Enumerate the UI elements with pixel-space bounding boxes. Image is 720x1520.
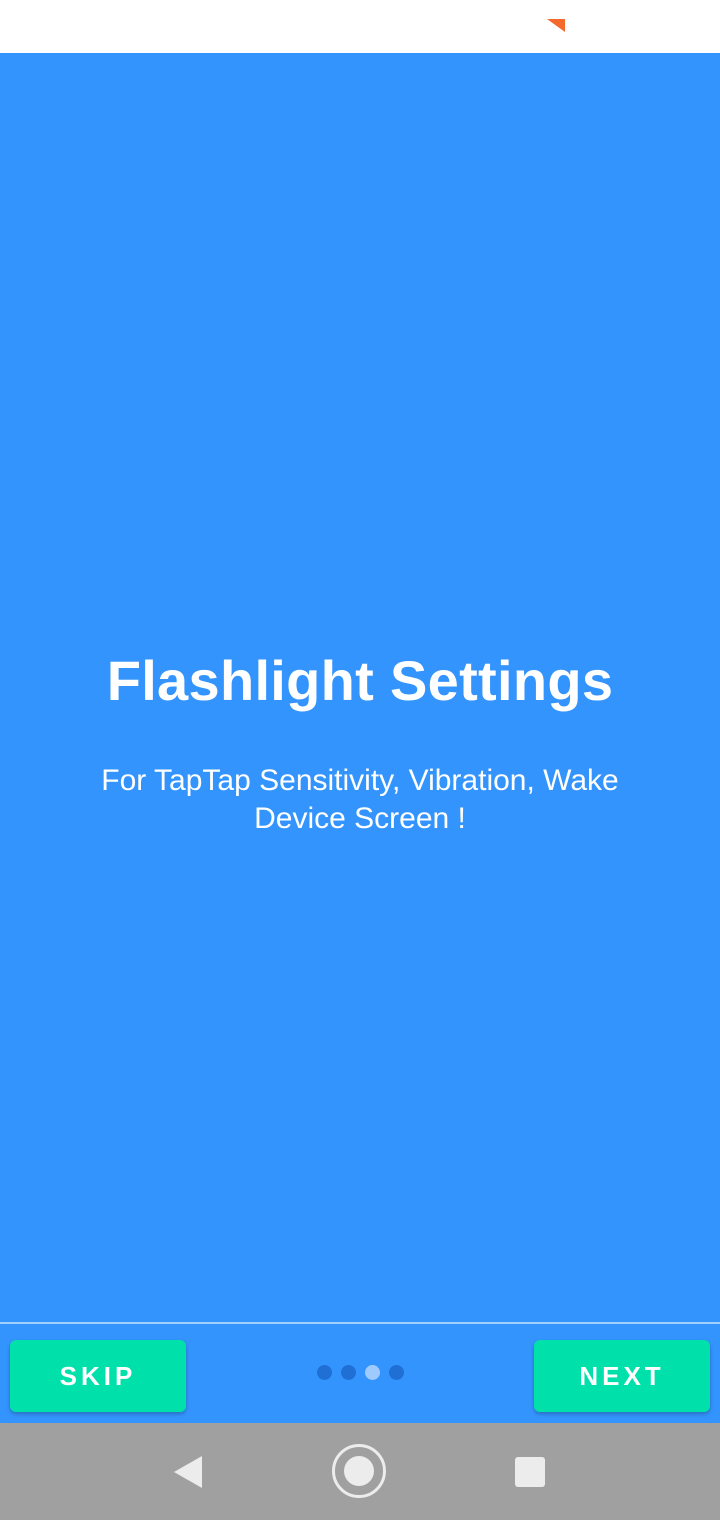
intro-bottom-bar: SKIP NEXT: [0, 1324, 720, 1423]
app-intro-screen: Flashlight Settings For TapTap Sensitivi…: [0, 0, 720, 1520]
recent-apps-square-icon[interactable]: [514, 1456, 546, 1488]
status-bar: [0, 0, 720, 53]
system-navigation-bar: [0, 1423, 720, 1520]
slide-description: For TapTap Sensitivity, Vibration, Wake …: [101, 764, 619, 835]
back-triangle-icon[interactable]: [172, 1455, 204, 1489]
slide-title: Flashlight Settings: [106, 649, 614, 712]
home-circle-icon[interactable]: [331, 1443, 387, 1499]
page-indicator: [317, 1365, 404, 1380]
notification-corner-icon: [547, 19, 565, 32]
page-dot-1: [317, 1365, 332, 1380]
page-dot-4: [389, 1365, 404, 1380]
page-dot-3-active: [365, 1365, 380, 1380]
page-dot-2: [341, 1365, 356, 1380]
intro-slide[interactable]: Flashlight Settings For TapTap Sensitivi…: [0, 0, 720, 1322]
next-button[interactable]: NEXT: [534, 1340, 710, 1412]
skip-button[interactable]: SKIP: [10, 1340, 186, 1412]
